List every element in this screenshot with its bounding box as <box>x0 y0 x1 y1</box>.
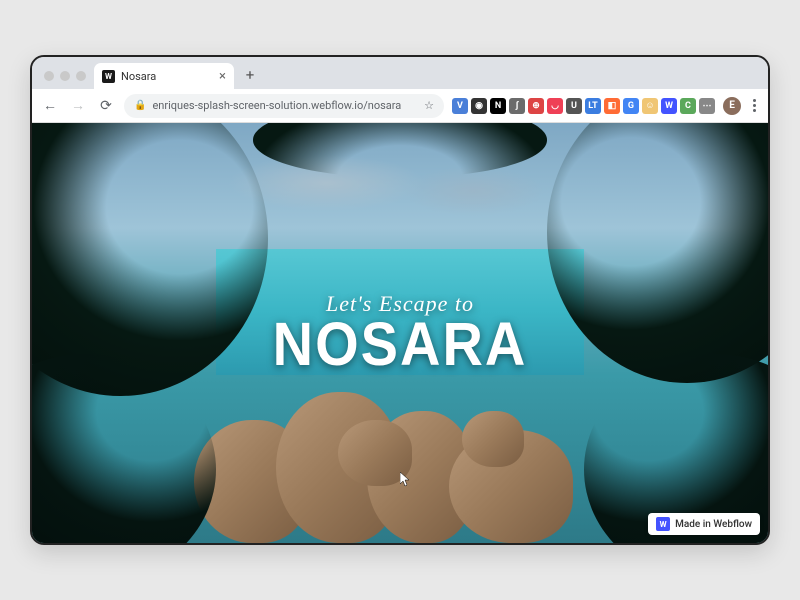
window-controls <box>40 71 94 89</box>
extension-icon-11[interactable]: W <box>661 98 677 114</box>
maximize-dot[interactable] <box>76 71 86 81</box>
extension-icon-1[interactable]: ◉ <box>471 98 487 114</box>
profile-avatar[interactable]: E <box>723 97 741 115</box>
extension-icon-13[interactable]: ⋯ <box>699 98 715 114</box>
extension-icon-5[interactable]: ◡ <box>547 98 563 114</box>
address-bar: ← → ⟳ 🔒 enriques-splash-screen-solution.… <box>32 89 768 123</box>
extension-icon-8[interactable]: ◧ <box>604 98 620 114</box>
extension-icon-10[interactable]: ☺ <box>642 98 658 114</box>
close-icon[interactable]: × <box>219 69 226 84</box>
tab-bar: W Nosara × + <box>32 57 768 89</box>
extension-icon-7[interactable]: LT <box>585 98 601 114</box>
badge-text: Made in Webflow <box>675 519 752 530</box>
hero-text: Let's Escape to NOSARA <box>32 123 768 543</box>
extension-icon-4[interactable]: ⊕ <box>528 98 544 114</box>
tab-title: Nosara <box>121 70 156 83</box>
hero-title: NOSARA <box>273 307 528 379</box>
url-field[interactable]: 🔒 enriques-splash-screen-solution.webflo… <box>124 94 444 118</box>
minimize-dot[interactable] <box>60 71 70 81</box>
extension-icon-0[interactable]: V <box>452 98 468 114</box>
extension-icon-6[interactable]: U <box>566 98 582 114</box>
page-viewport: Let's Escape to NOSARA W Made in Webflow <box>32 123 768 543</box>
close-dot[interactable] <box>44 71 54 81</box>
browser-window: W Nosara × + ← → ⟳ 🔒 enriques-splash-scr… <box>30 55 770 545</box>
extension-icon-9[interactable]: G <box>623 98 639 114</box>
bookmark-star-icon[interactable]: ☆ <box>424 99 434 112</box>
extension-icon-12[interactable]: C <box>680 98 696 114</box>
webflow-icon: W <box>656 517 670 531</box>
url-text: enriques-splash-screen-solution.webflow.… <box>152 99 401 112</box>
extension-icon-3[interactable]: ∫ <box>509 98 525 114</box>
extensions-tray: V◉N∫⊕◡ULT◧G☺WC⋯ <box>452 98 715 114</box>
new-tab-button[interactable]: + <box>238 63 262 87</box>
webflow-badge[interactable]: W Made in Webflow <box>648 513 760 535</box>
extension-icon-2[interactable]: N <box>490 98 506 114</box>
back-button[interactable]: ← <box>40 96 60 116</box>
forward-button[interactable]: → <box>68 96 88 116</box>
favicon-icon: W <box>102 70 115 83</box>
reload-button[interactable]: ⟳ <box>96 96 116 116</box>
menu-button[interactable] <box>749 99 760 112</box>
lock-icon: 🔒 <box>134 100 146 111</box>
browser-tab[interactable]: W Nosara × <box>94 63 234 89</box>
